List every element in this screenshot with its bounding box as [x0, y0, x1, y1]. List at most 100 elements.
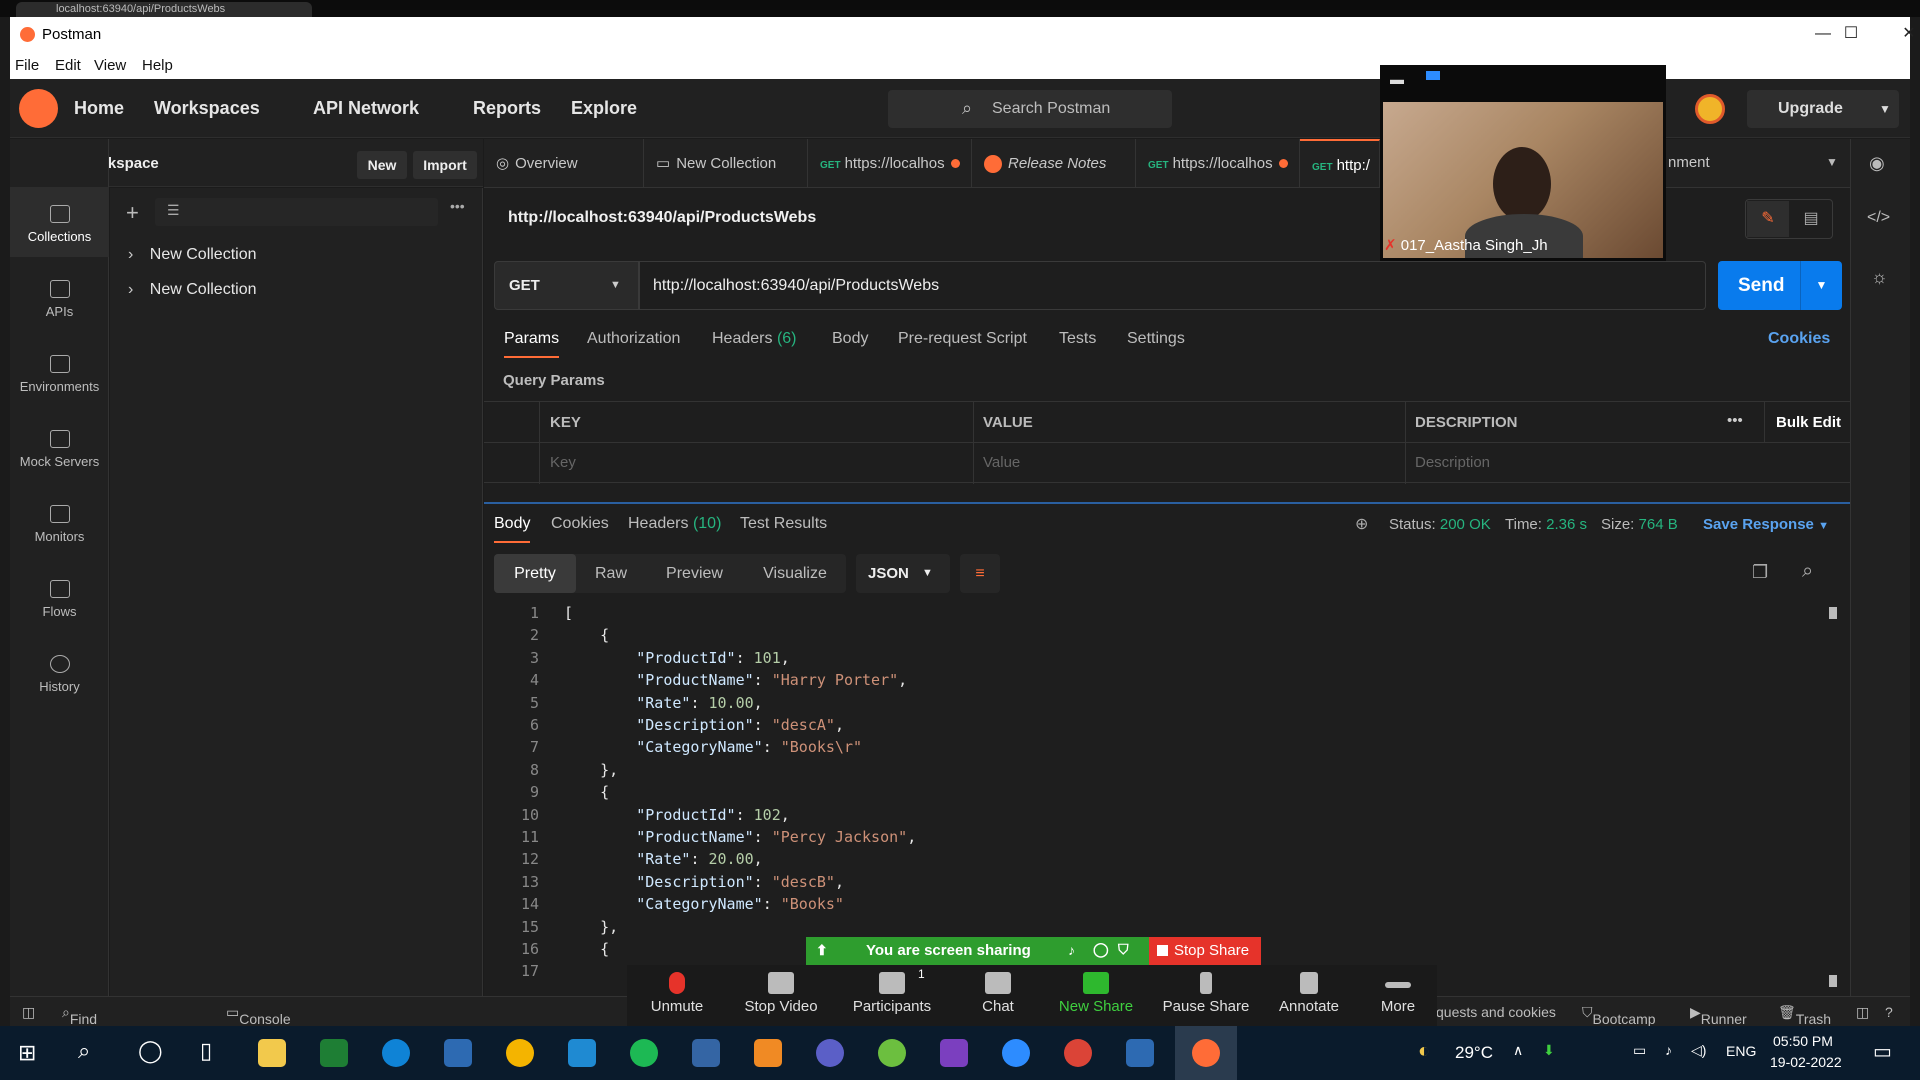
temperature[interactable]: 29°C — [1455, 1043, 1493, 1063]
collection-item[interactable]: › New Collection — [128, 246, 257, 264]
format-visualize[interactable]: Visualize — [750, 554, 840, 593]
close-icon[interactable]: ✕ — [1891, 23, 1920, 45]
tool-app-icon[interactable] — [692, 1039, 720, 1067]
visual-studio-icon[interactable] — [940, 1039, 968, 1067]
unmute-button[interactable]: Unmute — [627, 972, 727, 1015]
annotate-button[interactable]: Annotate — [1259, 972, 1359, 1015]
tab-get-request-active[interactable]: GET http:/ — [1300, 139, 1380, 188]
add-icon[interactable]: + — [126, 200, 139, 226]
nav-reports[interactable]: Reports — [473, 98, 541, 119]
environment-selector-label[interactable]: nment — [1668, 154, 1710, 171]
wrap-lines-icon[interactable]: ≡ — [960, 554, 1000, 593]
file-explorer-icon[interactable] — [258, 1039, 286, 1067]
new-button[interactable]: New — [357, 151, 407, 179]
mic-icon[interactable]: ♪ — [1665, 1042, 1672, 1058]
tab-headers[interactable]: Headers (6) — [712, 330, 797, 348]
store-icon[interactable] — [444, 1039, 472, 1067]
nav-workspaces[interactable]: Workspaces — [154, 98, 260, 119]
new-share-button[interactable]: New Share — [1046, 972, 1146, 1015]
tab-tests[interactable]: Tests — [1059, 330, 1096, 348]
chrome-icon[interactable] — [506, 1039, 534, 1067]
sidebar-item-apis[interactable]: APIs — [10, 262, 109, 332]
code-icon[interactable]: </> — [1867, 209, 1890, 227]
chevron-down-icon[interactable]: ▼ — [1800, 261, 1842, 310]
window-app-icon[interactable] — [1126, 1039, 1154, 1067]
tab-response-body[interactable]: Body — [494, 515, 531, 543]
sidebar-item-monitors[interactable]: Monitors — [10, 487, 109, 557]
toggle-sidebar-icon[interactable]: ◫ — [22, 1004, 35, 1021]
search-icon[interactable]: ⌕ — [78, 1038, 90, 1064]
tab-overview[interactable]: ◎ Overview — [484, 139, 644, 188]
tab-authorization[interactable]: Authorization — [587, 330, 680, 348]
scrollbar[interactable] — [1829, 605, 1837, 987]
tab-response-headers[interactable]: Headers (10) — [628, 515, 721, 533]
filter-input[interactable]: ☰ — [155, 198, 438, 226]
request-title[interactable]: http://localhost:63940/api/ProductsWebs — [508, 209, 816, 227]
language-indicator[interactable]: ENG — [1726, 1043, 1756, 1059]
chevron-down-icon[interactable]: ▼ — [1826, 155, 1838, 169]
tab-release-notes[interactable]: Release Notes — [972, 139, 1136, 188]
value-input[interactable]: Value — [983, 454, 1020, 471]
menu-file[interactable]: File — [15, 57, 39, 74]
more-options-icon[interactable]: ••• — [450, 198, 465, 214]
bootcamp-button[interactable]: ⛉ Bootcamp — [1582, 1004, 1656, 1027]
runner-button[interactable]: ▶ Runner — [1690, 1004, 1747, 1027]
tab-response-cookies[interactable]: Cookies — [551, 515, 609, 533]
nav-api-network[interactable]: API Network — [313, 98, 419, 119]
tab-new-collection[interactable]: ▭ New Collection — [644, 139, 808, 188]
save-response-button[interactable]: Save Response ▼ — [1703, 516, 1829, 533]
tab-body[interactable]: Body — [832, 330, 868, 348]
edge-browser-icon[interactable] — [382, 1039, 410, 1067]
globe-icon[interactable]: ⊕ — [1355, 514, 1368, 534]
stop-video-button[interactable]: Stop Video — [731, 972, 831, 1015]
chevron-up-icon[interactable]: ∧ — [1513, 1042, 1523, 1059]
upgrade-button[interactable]: Upgrade ▼ — [1747, 90, 1899, 128]
sidebar-item-flows[interactable]: Flows — [10, 562, 109, 632]
zoom-icon[interactable] — [1002, 1039, 1030, 1067]
key-input[interactable]: Key — [550, 454, 576, 471]
edit-icon[interactable]: ✎ — [1747, 201, 1789, 237]
notifications-icon[interactable]: ▭ — [1873, 1039, 1892, 1064]
minimize-icon[interactable]: ▬ — [1390, 71, 1404, 87]
more-button[interactable]: More — [1348, 972, 1448, 1015]
capture-requests-button[interactable]: quests and cookies — [1436, 1004, 1556, 1020]
collection-item[interactable]: › New Collection — [128, 281, 257, 299]
tab-test-results[interactable]: Test Results — [740, 515, 827, 533]
more-options-icon[interactable]: ••• — [1727, 412, 1743, 429]
format-preview[interactable]: Preview — [652, 554, 737, 593]
comment-icon[interactable]: ▤ — [1791, 201, 1831, 237]
media-app-icon[interactable] — [320, 1039, 348, 1067]
tab-get-request-2[interactable]: GET https://localhos — [1136, 139, 1300, 188]
zoom-video-window[interactable]: ▬ ✗ 017_Aastha Singh_Jh — [1380, 65, 1666, 261]
clock-date[interactable]: 19-02-2022 — [1770, 1054, 1842, 1070]
postman-home-logo-icon[interactable] — [19, 89, 58, 128]
leaf-app-icon[interactable] — [878, 1039, 906, 1067]
avatar[interactable] — [1695, 94, 1725, 124]
bulk-edit-button[interactable]: Bulk Edit — [1776, 414, 1841, 431]
download-icon[interactable]: ⬇ — [1543, 1042, 1555, 1059]
layout-icon[interactable]: ◫ — [1856, 1004, 1869, 1021]
clock-time[interactable]: 05:50 PM — [1773, 1033, 1833, 1049]
trash-button[interactable]: 🗑 Trash — [1778, 1004, 1831, 1027]
method-select[interactable]: GET ▼ — [494, 261, 639, 310]
console-button[interactable]: ▭ Console — [226, 1004, 291, 1027]
import-button[interactable]: Import — [413, 151, 477, 179]
help-icon[interactable]: ? — [1885, 1004, 1893, 1020]
battery-icon[interactable]: ▭ — [1633, 1042, 1646, 1059]
chat-button[interactable]: Chat — [948, 972, 1048, 1015]
format-pretty[interactable]: Pretty — [494, 554, 576, 593]
task-view-icon[interactable]: ▯ — [200, 1038, 212, 1064]
vlc-icon[interactable] — [754, 1039, 782, 1067]
cookies-link[interactable]: Cookies — [1768, 330, 1830, 348]
url-input[interactable]: http://localhost:63940/api/ProductsWebs — [639, 261, 1706, 310]
menu-help[interactable]: Help — [142, 57, 173, 74]
volume-icon[interactable]: ◁) — [1691, 1042, 1706, 1059]
participants-button[interactable]: Participants — [842, 972, 942, 1015]
eye-icon[interactable]: ◉ — [1869, 153, 1885, 174]
search-icon[interactable]: ⌕ — [1802, 560, 1813, 583]
search-input[interactable]: ⌕ Search Postman — [888, 90, 1172, 128]
stop-share-button[interactable]: Stop Share — [1149, 937, 1261, 965]
response-body-code[interactable]: 1[2 {3 "ProductId": 101, 4 "ProductName":… — [484, 604, 1850, 994]
pause-share-button[interactable]: Pause Share — [1156, 972, 1256, 1015]
tab-pre-request-script[interactable]: Pre-request Script — [898, 330, 1027, 348]
